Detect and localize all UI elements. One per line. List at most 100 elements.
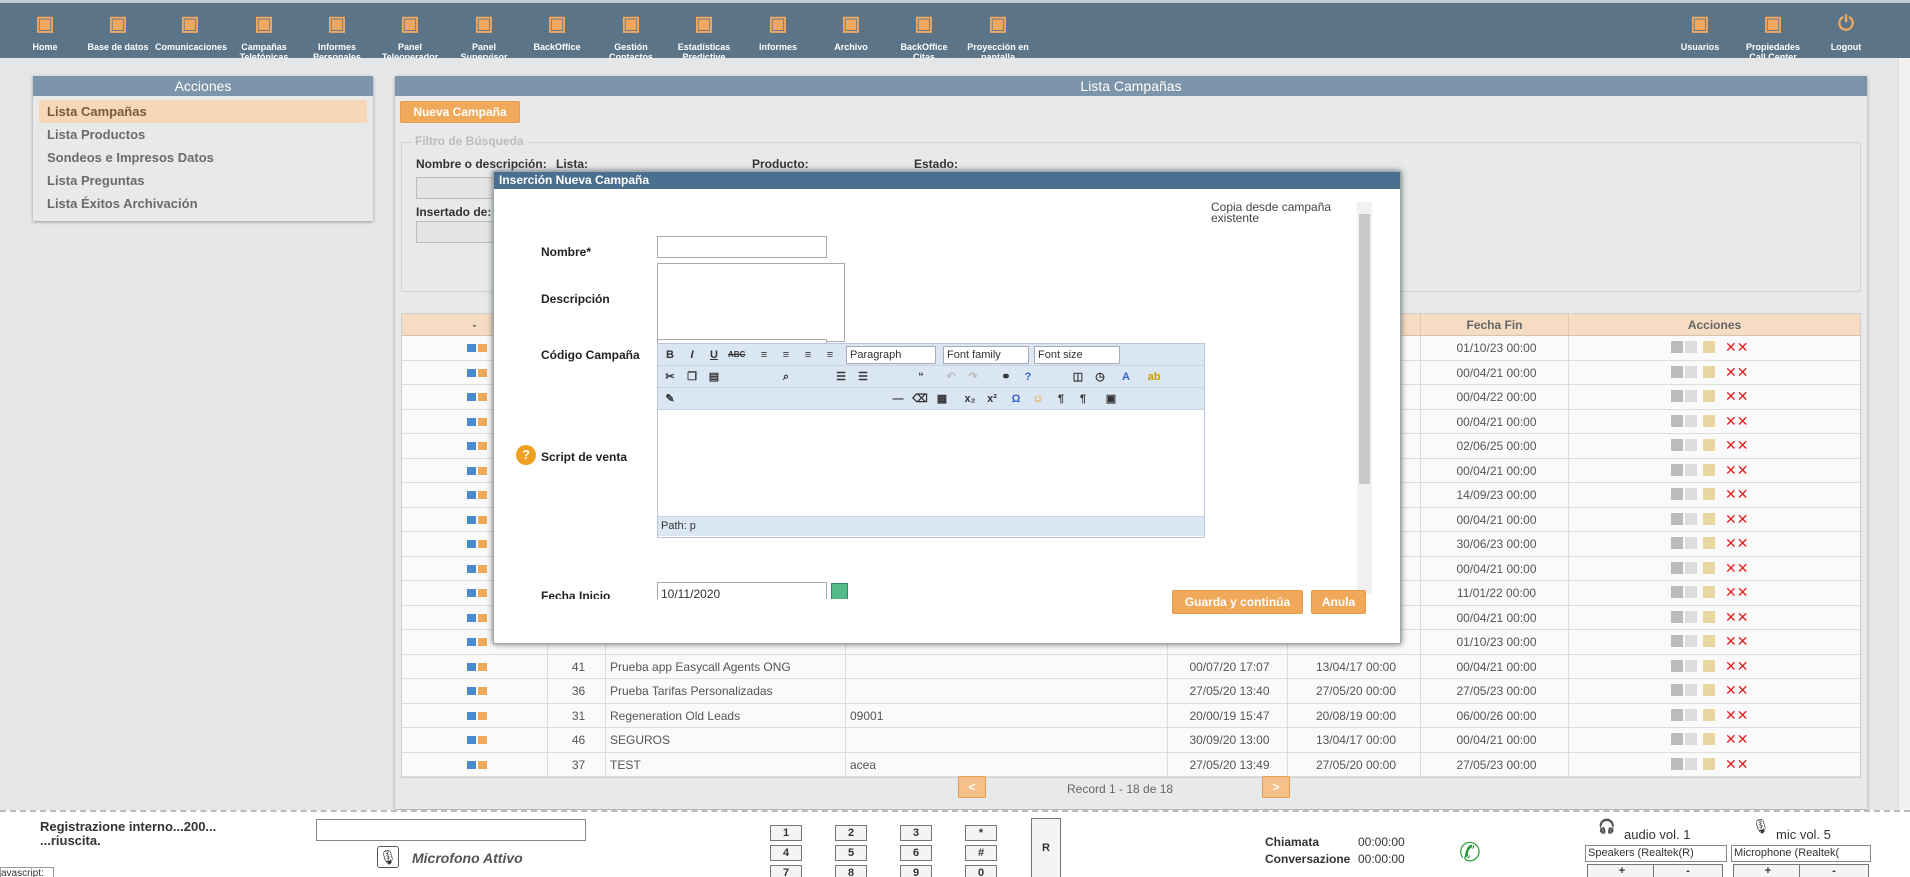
edit-icon[interactable] (466, 466, 476, 475)
copy-icon[interactable] (477, 564, 487, 573)
copy-icon[interactable] (477, 540, 487, 548)
highlight-icon[interactable]: ab (1146, 369, 1162, 385)
row-select-icons[interactable] (402, 704, 547, 728)
nav-home[interactable]: ▣ Home (10, 9, 80, 52)
user-icon[interactable] (1671, 463, 1683, 476)
delete-icon[interactable]: ✕✕ (1725, 585, 1748, 599)
user-icon[interactable] (1671, 512, 1683, 525)
clock-icon[interactable]: ◷ (1092, 369, 1108, 385)
user-icon[interactable] (1671, 537, 1683, 549)
copy-icon[interactable] (477, 589, 487, 597)
strikethrough-icon[interactable]: ABC (728, 347, 745, 363)
edit-icon[interactable] (466, 417, 476, 426)
numbered-list-icon[interactable]: ☰ (855, 369, 871, 385)
nav-archive[interactable]: ▣ Archivo (816, 9, 886, 52)
copy-icon[interactable] (477, 736, 487, 744)
edit-icon[interactable]: ✎ (662, 391, 678, 407)
archive-icon[interactable] (1703, 635, 1715, 647)
audio-volume-up[interactable]: + (1587, 864, 1657, 877)
edit-icon[interactable] (466, 344, 476, 352)
paragraph-select[interactable]: Paragraph (846, 346, 936, 364)
edit-icon[interactable] (466, 662, 476, 671)
document-icon[interactable] (1685, 757, 1697, 770)
prev-page-button[interactable]: < (958, 776, 986, 798)
user-icon[interactable] (1671, 757, 1683, 770)
archive-icon[interactable] (1703, 341, 1715, 353)
user-icon[interactable] (1671, 684, 1683, 696)
delete-icon[interactable]: ✕✕ (1725, 659, 1748, 673)
nav-campaign[interactable]: ▣ Campañas Telefónicas (229, 9, 299, 62)
document-icon[interactable] (1685, 684, 1697, 696)
keypad-key[interactable]: * (965, 825, 997, 841)
user-icon[interactable] (1671, 586, 1683, 598)
keypad-key[interactable]: 4 (770, 845, 802, 861)
table-icon[interactable]: ▦ (934, 391, 950, 407)
user-icon[interactable] (1671, 390, 1683, 402)
archive-icon[interactable] (1703, 439, 1715, 451)
superscript-icon[interactable]: x² (984, 391, 1000, 407)
archive-icon[interactable] (1703, 512, 1715, 525)
editor-content-area[interactable] (658, 410, 1204, 516)
copy-icon[interactable] (477, 466, 487, 475)
delete-icon[interactable]: ✕✕ (1725, 512, 1748, 526)
nav-backoffice[interactable]: ▣ BackOffice (522, 9, 592, 52)
copy-icon[interactable] (477, 638, 487, 646)
document-icon[interactable] (1685, 708, 1697, 721)
nav-database[interactable]: ▣ Base de datos (83, 9, 153, 52)
page-scrollbar[interactable] (1898, 58, 1910, 810)
edit-icon[interactable] (466, 613, 476, 622)
user-icon[interactable] (1671, 414, 1683, 427)
bold-icon[interactable]: B (662, 347, 678, 363)
align-right-icon[interactable]: ≡ (800, 347, 816, 363)
user-icon[interactable] (1671, 439, 1683, 451)
copy-icon[interactable] (477, 491, 487, 499)
sidebar-item[interactable]: Sondeos e Impresos Datos (39, 146, 367, 169)
copy-icon[interactable] (477, 662, 487, 671)
font-family-select[interactable]: Font family (943, 346, 1029, 364)
keypad-r[interactable]: R (1031, 818, 1061, 877)
dial-input[interactable] (316, 819, 586, 841)
document-icon[interactable] (1685, 414, 1697, 427)
cut-icon[interactable]: ✂ (662, 369, 678, 385)
copy-icon[interactable] (477, 393, 487, 401)
eraser-icon[interactable]: ⌫ (912, 391, 928, 407)
new-campaign-button[interactable]: Nueva Campaña (400, 101, 520, 123)
user-icon[interactable] (1671, 488, 1683, 500)
edit-icon[interactable] (466, 540, 476, 548)
delete-icon[interactable]: ✕✕ (1725, 708, 1748, 722)
delete-icon[interactable]: ✕✕ (1725, 414, 1748, 428)
nav-reports[interactable]: ▣ Informes (743, 9, 813, 52)
archive-icon[interactable] (1703, 733, 1715, 745)
subscript-icon[interactable]: x₂ (962, 391, 978, 407)
copy-from-campaign-link[interactable]: Copia desde campaña existente (1211, 201, 1351, 224)
nav-operator[interactable]: ▣ Panel Teleoperador (375, 9, 445, 62)
copy-icon[interactable] (477, 442, 487, 450)
keypad-key[interactable]: 2 (835, 825, 867, 841)
edit-icon[interactable] (466, 687, 476, 695)
document-icon[interactable] (1685, 733, 1697, 745)
edit-icon[interactable] (466, 393, 476, 401)
header-end-date[interactable]: Fecha Fin (1420, 314, 1568, 336)
horizontal-rule-icon[interactable]: — (890, 391, 906, 407)
start-date-input[interactable]: 10/11/2020 (657, 582, 827, 599)
user-icon[interactable] (1671, 561, 1683, 574)
table-row[interactable]: 36 Prueba Tarifas Personalizadas 27/05/20 … (402, 679, 1860, 704)
calendar-icon[interactable] (831, 583, 848, 599)
fullscreen-icon[interactable]: ▣ (1103, 391, 1119, 407)
copy-icon[interactable] (477, 344, 487, 352)
keypad-key[interactable]: 3 (900, 825, 932, 841)
keypad-key[interactable]: 6 (900, 845, 932, 861)
microphone-select[interactable]: Microphone (Realtek( (1731, 845, 1871, 862)
name-input[interactable] (657, 236, 827, 258)
keypad-key[interactable]: # (965, 845, 997, 861)
font-size-select[interactable]: Font size (1034, 346, 1120, 364)
document-icon[interactable] (1685, 586, 1697, 598)
document-icon[interactable] (1685, 537, 1697, 549)
delete-icon[interactable]: ✕✕ (1725, 634, 1748, 648)
document-icon[interactable] (1685, 512, 1697, 525)
nav-supervisor[interactable]: ▣ Panel Supervisor (449, 9, 519, 62)
archive-icon[interactable] (1703, 488, 1715, 500)
copy-icon[interactable] (477, 760, 487, 769)
archive-icon[interactable] (1703, 463, 1715, 476)
delete-icon[interactable]: ✕✕ (1725, 365, 1748, 379)
